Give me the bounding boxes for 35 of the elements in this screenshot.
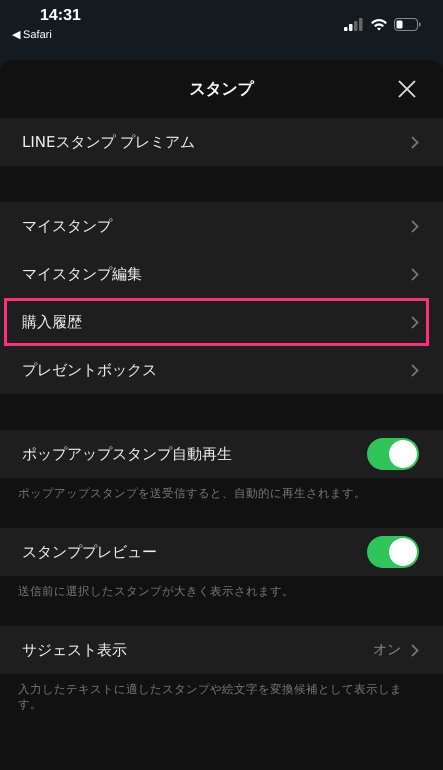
settings-row[interactable]: マイスタンプ編集: [0, 250, 443, 298]
row-label: LINEスタンプ プレミアム: [22, 132, 196, 152]
toggle-switch[interactable]: [367, 438, 419, 470]
chevron-icon: [411, 220, 419, 232]
chevron-icon: [411, 316, 419, 328]
settings-row[interactable]: サジェスト表示 オン: [0, 626, 443, 674]
signal-icon: [344, 18, 364, 30]
close-icon[interactable]: [398, 80, 416, 98]
chevron-icon: [411, 644, 419, 656]
wifi-icon: [370, 18, 388, 30]
row-value: オン: [373, 641, 401, 659]
battery-icon: [394, 18, 421, 30]
settings-row[interactable]: プレゼントボックス: [0, 346, 443, 394]
chevron-icon: [411, 268, 419, 280]
settings-row[interactable]: マイスタンプ: [0, 202, 443, 250]
row-label: サジェスト表示: [22, 640, 128, 660]
setting-description: 送信前に選択したスタンプが大きく表示されます。: [17, 583, 295, 600]
chevron-icon: [411, 364, 419, 376]
row-label: ポップアップスタンプ自動再生: [22, 444, 233, 464]
setting-description: ポップアップスタンプを送受信すると、自動的に再生されます。: [17, 485, 367, 502]
row-label: マイスタンプ編集: [22, 264, 143, 284]
status-time: 14:31: [40, 7, 81, 25]
toggle-row[interactable]: ポップアップスタンプ自動再生: [0, 430, 443, 478]
screen-title: スタンプ: [190, 78, 254, 100]
row-label: マイスタンプ: [22, 216, 114, 236]
toggle-row[interactable]: スタンププレビュー: [0, 528, 443, 576]
chevron-icon: [411, 136, 419, 148]
settings-row[interactable]: 購入履歴: [4, 298, 429, 346]
settings-row[interactable]: LINEスタンプ プレミアム: [0, 118, 443, 166]
back-to-app-link[interactable]: ◀ Safari: [12, 28, 81, 41]
setting-description: 入力したテキストに適したスタンプや絵文字を変換候補として表示します。: [17, 681, 403, 713]
row-label: 購入履歴: [22, 312, 83, 332]
row-label: スタンププレビュー: [22, 542, 158, 562]
row-label: プレゼントボックス: [22, 360, 158, 380]
toggle-switch[interactable]: [367, 536, 419, 568]
